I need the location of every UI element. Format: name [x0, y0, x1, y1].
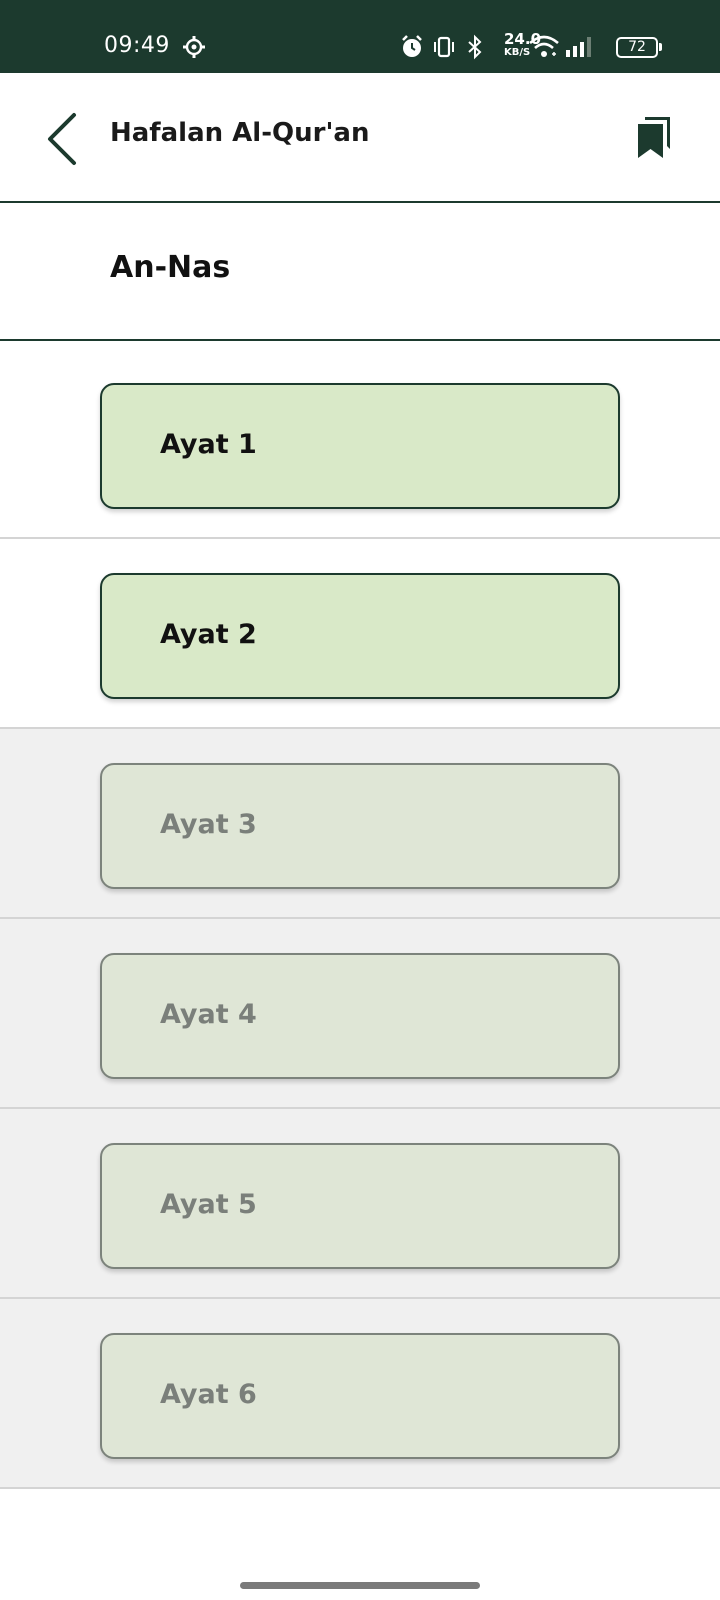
ayat-card-5[interactable]: Ayat 5 — [100, 1143, 620, 1269]
ayat-card-2[interactable]: Ayat 2 — [100, 573, 620, 699]
ayat-card-3[interactable]: Ayat 3 — [100, 763, 620, 889]
status-bar: 09:49 24.0 KB/S 72 — [0, 0, 720, 73]
app-bar: Hafalan Al-Qur'an — [0, 73, 720, 203]
page-title: Hafalan Al-Qur'an — [110, 118, 370, 148]
ayat-row: Ayat 3 — [0, 729, 720, 919]
surah-title: An-Nas — [110, 250, 231, 285]
ayat-label: Ayat 6 — [160, 1379, 257, 1410]
ayat-label: Ayat 4 — [160, 999, 257, 1030]
vibrate-icon — [434, 36, 454, 58]
bluetooth-icon — [468, 34, 482, 60]
ayat-card-4[interactable]: Ayat 4 — [100, 953, 620, 1079]
ayat-label: Ayat 1 — [160, 429, 257, 460]
home-indicator[interactable] — [240, 1582, 480, 1589]
signal-icon — [566, 37, 591, 57]
back-button[interactable] — [40, 109, 88, 169]
battery-icon: 72 — [616, 37, 658, 58]
wifi-icon — [529, 35, 559, 57]
ayat-row: Ayat 1 — [0, 349, 720, 539]
battery-tip — [659, 43, 662, 51]
surah-header: An-Nas — [0, 205, 720, 341]
gear-icon — [183, 36, 205, 58]
ayat-label: Ayat 2 — [160, 619, 257, 650]
ayat-card-1[interactable]: Ayat 1 — [100, 383, 620, 509]
ayat-list: Ayat 1 Ayat 2 Ayat 3 Ayat 4 Ayat 5 Ayat … — [0, 349, 720, 1489]
status-time: 09:49 — [104, 33, 170, 58]
ayat-label: Ayat 5 — [160, 1189, 257, 1220]
bookmark-icon[interactable] — [636, 115, 672, 159]
ayat-row: Ayat 4 — [0, 919, 720, 1109]
ayat-row: Ayat 6 — [0, 1299, 720, 1489]
network-speed-unit: KB/S — [504, 47, 531, 58]
alarm-icon — [402, 35, 422, 57]
ayat-row: Ayat 2 — [0, 539, 720, 729]
ayat-row: Ayat 5 — [0, 1109, 720, 1299]
ayat-label: Ayat 3 — [160, 809, 257, 840]
ayat-card-6[interactable]: Ayat 6 — [100, 1333, 620, 1459]
